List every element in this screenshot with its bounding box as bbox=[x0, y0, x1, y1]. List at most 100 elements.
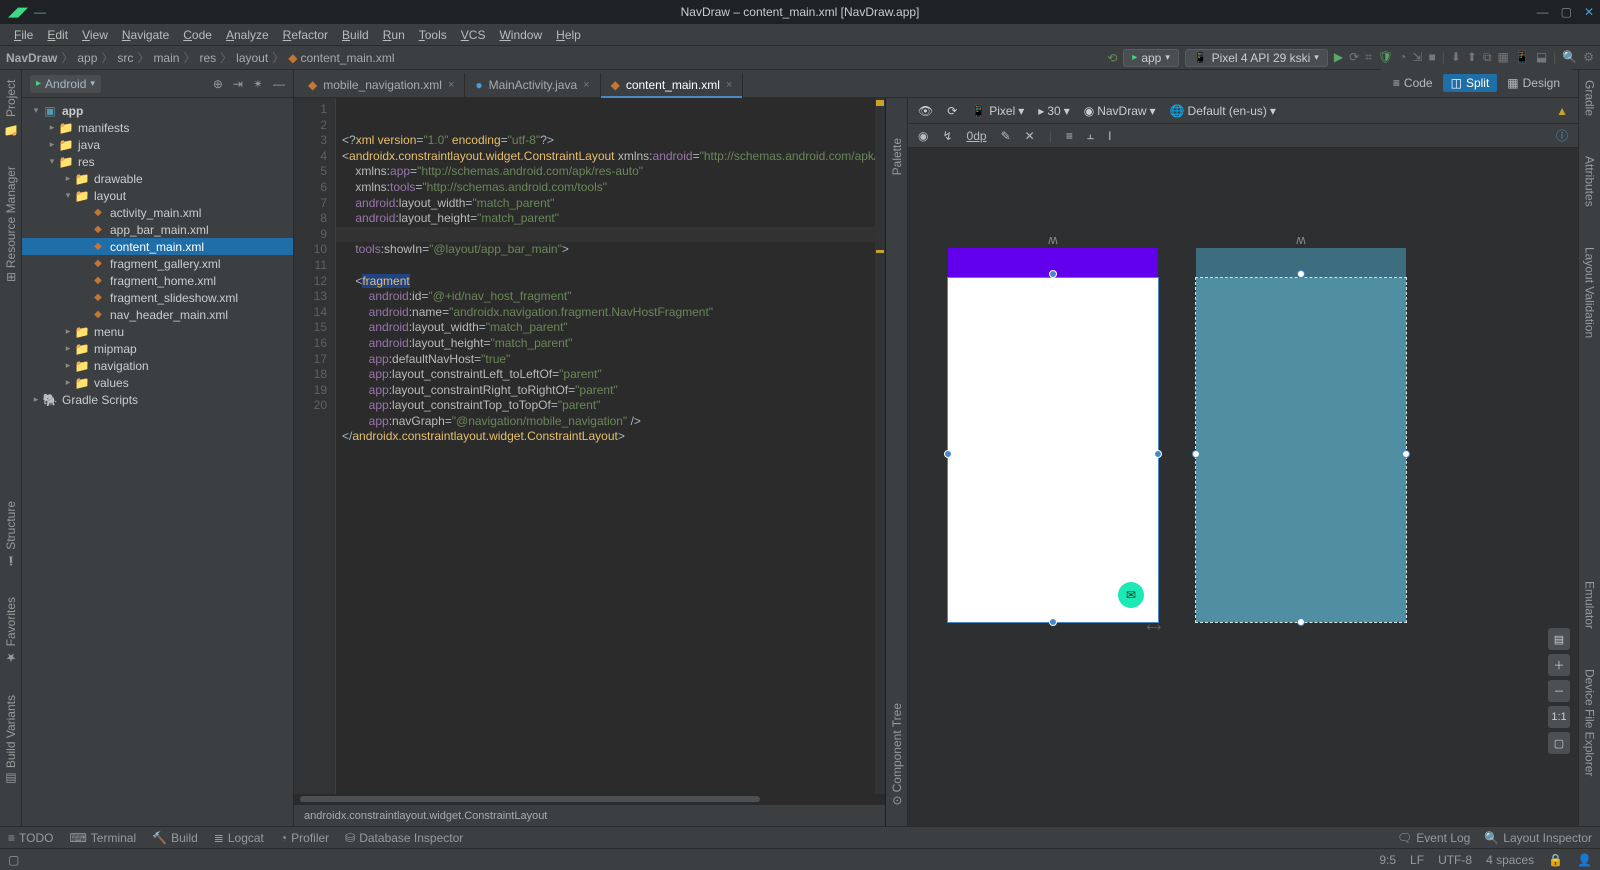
tree-node-navigation[interactable]: ▸📁navigation bbox=[22, 357, 293, 374]
project-view-selector[interactable]: ▸ Android ▾ bbox=[30, 75, 101, 93]
vcs-commit-button[interactable]: ⬆ bbox=[1467, 50, 1477, 65]
menu-code[interactable]: Code bbox=[177, 26, 218, 44]
orientation-icon[interactable]: ⟳ bbox=[947, 104, 957, 118]
coverage-button[interactable]: 🛡 bbox=[1378, 50, 1393, 65]
tool-emulator[interactable]: Emulator bbox=[1583, 581, 1597, 629]
zoom-in[interactable]: ＋ bbox=[1548, 654, 1570, 676]
status-readonly-icon[interactable]: 🔒 bbox=[1548, 853, 1563, 867]
run-button[interactable]: ▶ bbox=[1334, 50, 1343, 65]
menu-tools[interactable]: Tools bbox=[413, 26, 453, 44]
tool-resource-manager[interactable]: ⊞Resource Manager bbox=[4, 166, 18, 282]
device-picker[interactable]: 📱 Pixel ▾ bbox=[971, 104, 1024, 118]
sync-icon[interactable]: ⟲ bbox=[1107, 51, 1117, 65]
warning-icon[interactable]: ▲ bbox=[1556, 104, 1568, 118]
editor-tab[interactable]: ●MainActivity.java× bbox=[465, 73, 600, 97]
tool-logcat[interactable]: ≣ Logcat bbox=[214, 831, 264, 845]
select-opened-file-button[interactable]: ⊕ bbox=[213, 77, 223, 91]
search-everywhere-button[interactable]: 🔍 bbox=[1562, 50, 1577, 65]
status-cursor[interactable]: 9:5 bbox=[1379, 853, 1396, 867]
breadcrumb-item[interactable]: ◆content_main.xml bbox=[288, 51, 394, 65]
apply-changes-button[interactable]: ⟳ bbox=[1349, 50, 1359, 65]
tree-node-fragment_slideshow-xml[interactable]: ◆fragment_slideshow.xml bbox=[22, 289, 293, 306]
stop-button[interactable]: ■ bbox=[1428, 50, 1435, 65]
tree-node-fragment_home-xml[interactable]: ◆fragment_home.xml bbox=[22, 272, 293, 289]
tree-node-Gradle-Scripts[interactable]: ▸🐘Gradle Scripts bbox=[22, 391, 293, 408]
sdk-manager-button[interactable]: ⬓ bbox=[1536, 50, 1547, 65]
breadcrumb-item[interactable]: main bbox=[153, 51, 179, 65]
horizontal-scrollbar[interactable] bbox=[294, 794, 885, 804]
code-editor[interactable]: 1234567891011121314151617181920 <?xml ve… bbox=[294, 98, 886, 826]
blueprint-surface[interactable]: ʍ bbox=[1196, 248, 1406, 622]
breadcrumb-item[interactable]: NavDraw bbox=[6, 51, 57, 65]
menu-build[interactable]: Build bbox=[336, 26, 375, 44]
tree-node-fragment_gallery-xml[interactable]: ◆fragment_gallery.xml bbox=[22, 255, 293, 272]
layout-validation-button[interactable]: ▦ bbox=[1498, 50, 1509, 65]
avd-manager-button[interactable]: 📱 bbox=[1515, 50, 1530, 65]
menu-edit[interactable]: Edit bbox=[41, 26, 74, 44]
menu-view[interactable]: View bbox=[76, 26, 114, 44]
error-stripe[interactable] bbox=[875, 98, 885, 794]
settings-gear-icon[interactable]: ✴ bbox=[253, 77, 263, 91]
status-indent[interactable]: 4 spaces bbox=[1486, 853, 1534, 867]
hide-button[interactable]: — bbox=[273, 77, 285, 91]
vcs-update-button[interactable]: ⬇ bbox=[1451, 50, 1461, 65]
tree-node-nav_header_main-xml[interactable]: ◆nav_header_main.xml bbox=[22, 306, 293, 323]
tree-node-layout[interactable]: ▾📁layout bbox=[22, 187, 293, 204]
device-selector[interactable]: 📱 Pixel 4 API 29 kski ▾ bbox=[1185, 49, 1328, 67]
close-icon[interactable]: × bbox=[583, 79, 589, 91]
api-picker[interactable]: ▸ 30 ▾ bbox=[1038, 104, 1069, 118]
select-tool-icon[interactable]: ◉ bbox=[918, 129, 928, 143]
info-icon[interactable]: ⓘ bbox=[1556, 127, 1568, 144]
settings-button[interactable]: ⚙ bbox=[1583, 50, 1594, 65]
mode-code[interactable]: ≡ Code bbox=[1385, 74, 1441, 92]
debug-button[interactable]: ⌗ bbox=[1365, 50, 1372, 65]
palette-tab[interactable]: Palette bbox=[890, 138, 904, 175]
close-icon[interactable]: × bbox=[448, 79, 454, 91]
status-quickdoc-icon[interactable]: ▢ bbox=[8, 853, 19, 867]
breadcrumb-item[interactable]: layout bbox=[236, 51, 268, 65]
mode-split[interactable]: ◫ Split bbox=[1443, 74, 1498, 92]
tool-todo[interactable]: ≡ TODO bbox=[8, 831, 53, 845]
editor-tab[interactable]: ◆mobile_navigation.xml× bbox=[298, 73, 465, 97]
clear-constraints-icon[interactable]: ✕ bbox=[1025, 129, 1035, 143]
tool-favorites[interactable]: ★Favorites bbox=[4, 597, 18, 664]
zoom-layers[interactable]: ▤ bbox=[1548, 628, 1570, 650]
breadcrumb-bar[interactable]: androidx.constraintlayout.widget.Constra… bbox=[294, 804, 885, 826]
design-surface[interactable]: ʍ ✉ ⤡ bbox=[948, 248, 1158, 622]
collapse-all-button[interactable]: ⇥ bbox=[233, 77, 243, 91]
tool-event-log[interactable]: 🗨 Event Log bbox=[1397, 831, 1470, 845]
menu-run[interactable]: Run bbox=[377, 26, 411, 44]
status-line-ending[interactable]: LF bbox=[1410, 853, 1424, 867]
tool-project[interactable]: 📁Project bbox=[4, 80, 18, 136]
tree-node-drawable[interactable]: ▸📁drawable bbox=[22, 170, 293, 187]
menu-vcs[interactable]: VCS bbox=[455, 26, 492, 44]
tree-node-app_bar_main-xml[interactable]: ◆app_bar_main.xml bbox=[22, 221, 293, 238]
window-minimize[interactable]: — bbox=[1537, 5, 1549, 19]
editor-tab[interactable]: ◆content_main.xml× bbox=[601, 73, 744, 97]
menu-refactor[interactable]: Refactor bbox=[277, 26, 334, 44]
profile-button[interactable]: ◔ bbox=[1399, 50, 1406, 65]
tool-gradle[interactable]: Gradle bbox=[1583, 80, 1597, 116]
tree-node-java[interactable]: ▸📁java bbox=[22, 136, 293, 153]
mode-design[interactable]: ▦ Design bbox=[1499, 74, 1568, 92]
breadcrumb-item[interactable]: res bbox=[199, 51, 216, 65]
align-icon[interactable]: ≡ bbox=[1066, 129, 1073, 143]
code-area[interactable]: <?xml version="1.0" encoding="utf-8"?> <… bbox=[336, 98, 885, 794]
tree-node-app[interactable]: ▾▣app bbox=[22, 102, 293, 119]
tool-layout-inspector[interactable]: 🔍 Layout Inspector bbox=[1484, 831, 1592, 845]
zoom-fit[interactable]: 1:1 bbox=[1548, 706, 1570, 728]
tool-build[interactable]: 🔨 Build bbox=[152, 831, 198, 845]
component-tree-tab[interactable]: ⊙ Component Tree bbox=[890, 703, 904, 806]
tree-node-mipmap[interactable]: ▸📁mipmap bbox=[22, 340, 293, 357]
menu-analyze[interactable]: Analyze bbox=[220, 26, 275, 44]
project-tree[interactable]: ▾▣app▸📁manifests▸📁java▾📁res▸📁drawable▾📁l… bbox=[22, 98, 293, 826]
eye-icon[interactable]: 👁 bbox=[918, 104, 933, 118]
menu-window[interactable]: Window bbox=[493, 26, 548, 44]
breadcrumb[interactable]: NavDraw〉app〉src〉main〉res〉layout〉◆content… bbox=[6, 49, 394, 66]
attach-debugger-button[interactable]: ⇲ bbox=[1412, 50, 1422, 65]
tool-database-inspector[interactable]: ⛁ Database Inspector bbox=[345, 831, 463, 845]
tool-structure[interactable]: ℹStructure bbox=[4, 501, 18, 568]
tree-node-activity_main-xml[interactable]: ◆activity_main.xml bbox=[22, 204, 293, 221]
pan-tool-icon[interactable]: ↯ bbox=[942, 129, 952, 143]
status-encoding[interactable]: UTF-8 bbox=[1438, 853, 1472, 867]
